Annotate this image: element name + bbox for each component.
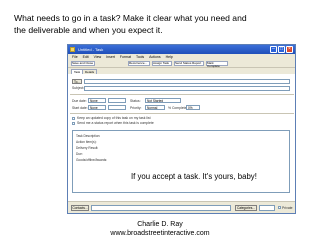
menu-insert[interactable]: Insert bbox=[106, 55, 115, 59]
keep-updated-label: Keep an updated copy of this task on my … bbox=[77, 116, 151, 120]
contacts-button[interactable]: Contacts... bbox=[71, 205, 89, 211]
caption-line-1: What needs to go in a task? Make it clea… bbox=[14, 13, 247, 23]
menu-tools[interactable]: Tools bbox=[136, 55, 144, 59]
categories-field[interactable] bbox=[259, 205, 275, 211]
private-label: Private bbox=[282, 206, 293, 210]
status-label: Status: bbox=[130, 99, 141, 103]
task-app-icon bbox=[70, 47, 75, 52]
author-name: Charlie D. Ray bbox=[137, 221, 183, 228]
send-status-report-checkbox[interactable] bbox=[72, 122, 75, 125]
to-button[interactable]: To... bbox=[72, 79, 82, 84]
caption-line-2: the deliverable and when you expect it. bbox=[14, 25, 163, 35]
menu-help[interactable]: Help bbox=[166, 55, 173, 59]
body-line-5: Goods/offline/Awards: bbox=[76, 158, 108, 162]
priority-select[interactable]: Normal bbox=[145, 105, 165, 110]
caption: What needs to go in a task? Make it clea… bbox=[14, 12, 314, 36]
menu-file[interactable]: File bbox=[72, 55, 78, 59]
save-close-button[interactable]: Save and Close bbox=[71, 61, 95, 66]
due-time-field[interactable] bbox=[108, 98, 126, 103]
tab-strip: Task Details bbox=[68, 68, 295, 74]
toolbar: Save and Close Recurrence... Assign Task… bbox=[68, 60, 295, 68]
body-line-1: Task Description: bbox=[76, 134, 101, 138]
categories-button[interactable]: Categories... bbox=[235, 205, 257, 211]
send-status-button[interactable]: Send Status Report bbox=[174, 61, 204, 66]
body-line-2: Action Item(s): bbox=[76, 140, 97, 144]
due-date-field[interactable]: None bbox=[88, 98, 106, 103]
mark-complete-button[interactable]: Mark Complete bbox=[206, 61, 228, 68]
due-date-label: Due date: bbox=[72, 99, 87, 103]
start-time-field[interactable] bbox=[108, 105, 126, 110]
assign-task-button[interactable]: Assign Task bbox=[152, 61, 172, 66]
keep-updated-checkbox[interactable] bbox=[72, 117, 75, 120]
window-titlebar: Untitled - Task – □ × bbox=[68, 45, 295, 54]
percent-complete-field[interactable]: 0% bbox=[186, 105, 200, 110]
menu-edit[interactable]: Edit bbox=[83, 55, 89, 59]
start-date-field[interactable]: None bbox=[88, 105, 106, 110]
author-url[interactable]: www.broadstreetinteractive.com bbox=[0, 230, 320, 237]
recurrence-button[interactable]: Recurrence... bbox=[128, 61, 150, 66]
priority-label: Priority: bbox=[130, 106, 142, 110]
maximize-button[interactable]: □ bbox=[278, 46, 285, 53]
percent-complete-label: % Complete: bbox=[168, 106, 188, 110]
task-window: Untitled - Task – □ × File Edit View Ins… bbox=[67, 44, 296, 214]
close-icon[interactable]: × bbox=[286, 46, 293, 53]
body-line-4: Due: bbox=[76, 152, 83, 156]
status-select[interactable]: Not Started bbox=[145, 98, 181, 103]
task-body[interactable]: Task Description: Action Item(s): Delive… bbox=[72, 130, 290, 193]
subject-field[interactable] bbox=[84, 86, 290, 91]
bottom-bar: Contacts... Categories... Private bbox=[68, 201, 295, 213]
minimize-button[interactable]: – bbox=[270, 46, 277, 53]
menu-actions[interactable]: Actions bbox=[149, 55, 160, 59]
private-checkbox[interactable] bbox=[278, 206, 281, 209]
window-title: Untitled - Task bbox=[78, 47, 104, 52]
menu-format[interactable]: Format bbox=[120, 55, 131, 59]
divider bbox=[70, 94, 294, 95]
tab-details[interactable]: Details bbox=[82, 69, 98, 74]
subject-label: Subject: bbox=[72, 86, 85, 90]
menu-view[interactable]: View bbox=[94, 55, 102, 59]
start-date-label: Start date: bbox=[72, 106, 88, 110]
send-status-report-label: Send me a status report when this task i… bbox=[77, 121, 154, 125]
body-line-3: Delivery Result: bbox=[76, 146, 99, 150]
to-field[interactable] bbox=[84, 79, 290, 84]
overlay-text: If you accept a task. It's yours, baby! bbox=[131, 172, 257, 181]
contacts-field[interactable] bbox=[91, 205, 231, 211]
divider bbox=[70, 113, 294, 114]
